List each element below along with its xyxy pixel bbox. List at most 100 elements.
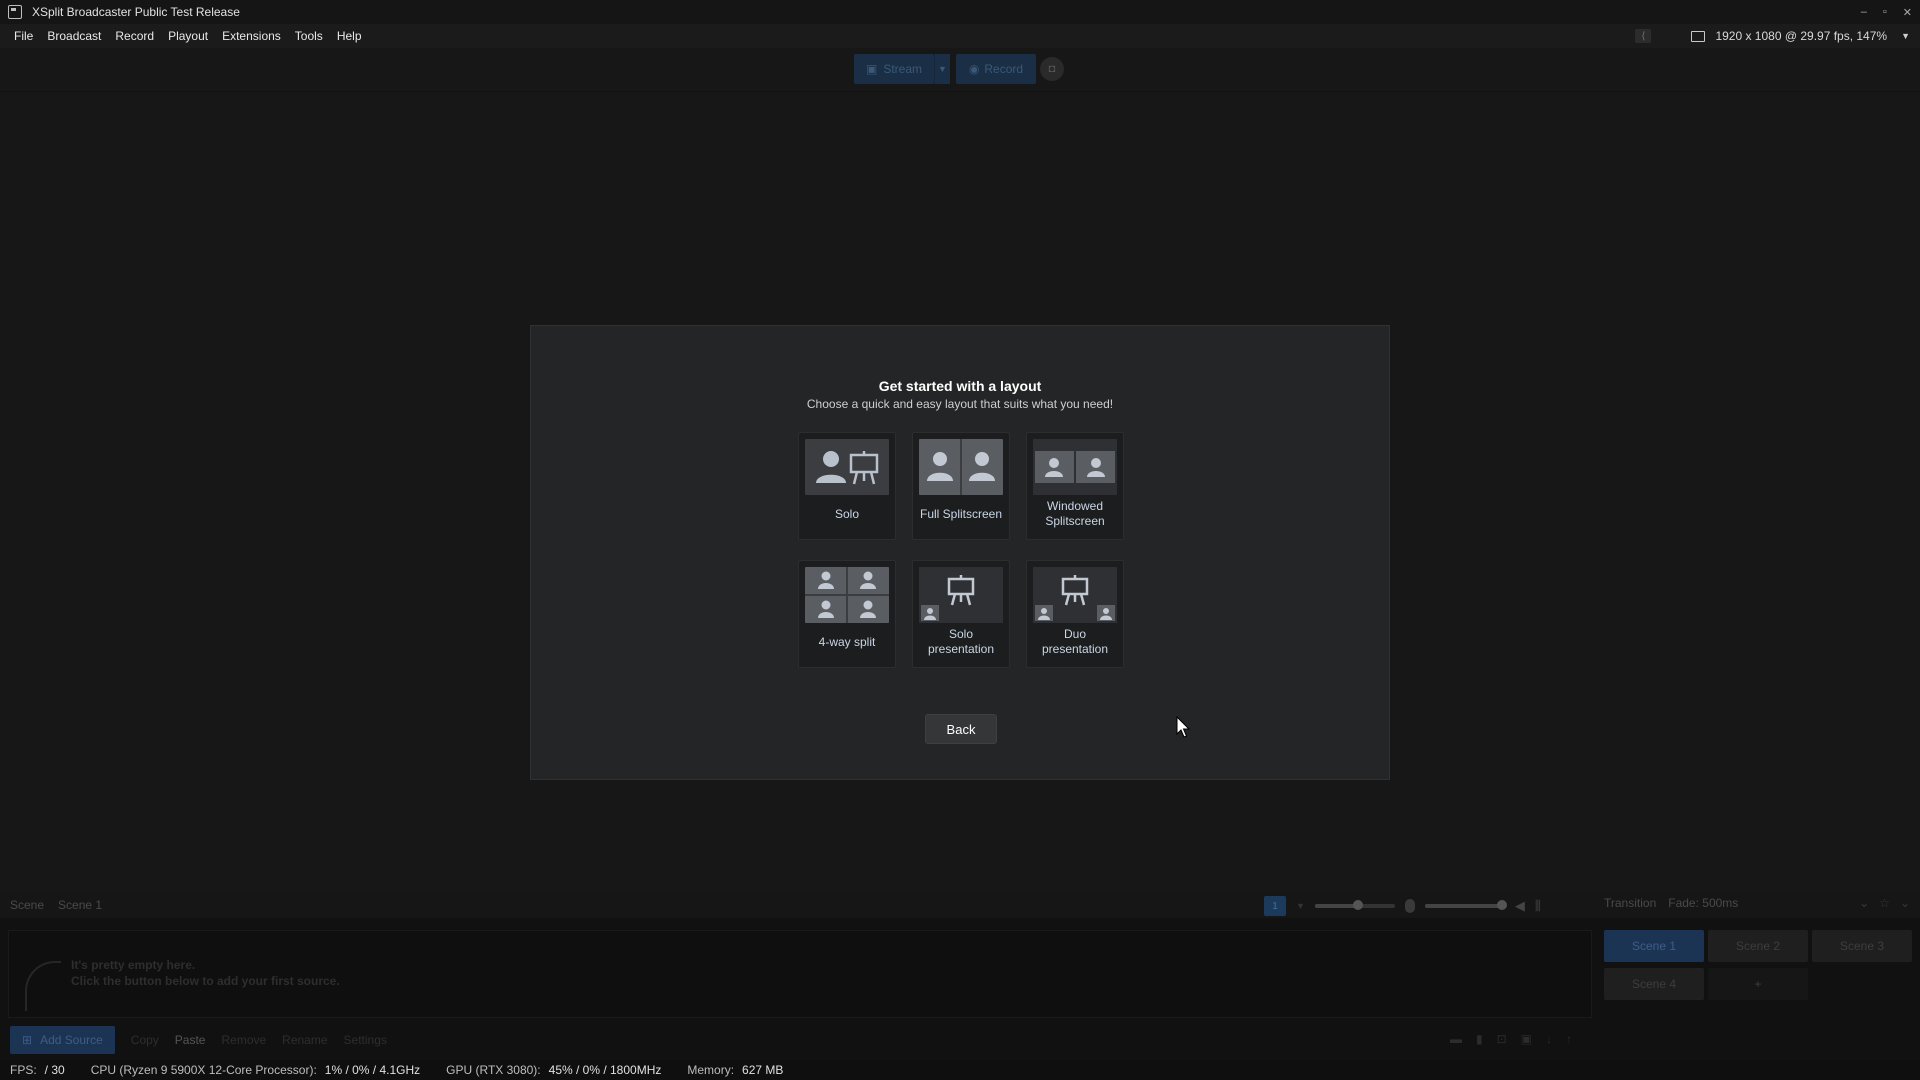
fps-value: / 30 — [44, 1063, 65, 1077]
transition-label: Transition — [1604, 896, 1657, 910]
window-controls: – ▫ ✕ — [1861, 0, 1912, 24]
source-tool-icons: ▬ ▮ ⊡ ▣ ↓ ↑ — [1450, 1032, 1572, 1046]
minimize-button[interactable]: – — [1861, 6, 1867, 18]
move-up-icon[interactable]: ↑ — [1566, 1032, 1572, 1046]
mic-volume-slider[interactable] — [1424, 900, 1507, 910]
layout-tile-4-way-split[interactable]: 4-way split — [798, 560, 896, 668]
cpu-label: CPU (Ryzen 9 5900X 12-Core Processor): — [90, 1063, 317, 1077]
gpu-value: 45% / 0% / 1800MHz — [548, 1063, 662, 1077]
four-way-split-icon — [805, 567, 889, 623]
layout-icon[interactable]: ▣ — [1521, 1032, 1532, 1046]
add-scene-button[interactable]: + — [1708, 968, 1808, 1000]
menu-tools[interactable]: Tools — [288, 29, 330, 43]
transition-icons: ⌄ ☆ ⌄ — [1859, 896, 1910, 910]
gpu-label: GPU (RTX 3080): — [446, 1063, 541, 1077]
scene-tile-1[interactable]: Scene 1 — [1604, 930, 1704, 962]
folder-icon[interactable]: ▬ — [1450, 1032, 1462, 1046]
chevron-down-icon[interactable]: ⌄ — [1900, 896, 1910, 910]
menu-playout[interactable]: Playout — [161, 29, 215, 43]
bottom-panel: Scene Scene 1 1 ▼ ◀ ⫼ Transition Fade: 5… — [0, 892, 1920, 1062]
empty-sources-message: It's pretty empty here. Click the button… — [71, 957, 340, 989]
xsplit-app-icon — [8, 5, 22, 19]
add-source-button[interactable]: ⊞ Add Source — [10, 1026, 115, 1054]
chevron-down-icon[interactable]: ▼ — [1901, 31, 1910, 41]
speaker-icon[interactable]: ◀ — [1515, 898, 1525, 914]
resolution-area: ⟨ 1920 x 1080 @ 29.97 fps, 147% ▼ — [1635, 24, 1910, 48]
layout-tile-full-splitscreen[interactable]: Full Splitscreen — [912, 432, 1010, 540]
audio-mixer-icon[interactable]: ⫼ — [1535, 898, 1541, 914]
fit-icon[interactable]: ⊡ — [1497, 1032, 1507, 1046]
record-icon: ◉ — [968, 62, 980, 76]
copy-button[interactable]: Copy — [131, 1033, 159, 1047]
windowed-splitscreen-icon — [1033, 439, 1117, 495]
status-bar: FPS: / 30 CPU (Ryzen 9 5900X 12-Core Pro… — [0, 1060, 1920, 1080]
layout-tile-duo-presentation[interactable]: Duo presentation — [1026, 560, 1124, 668]
window-title: XSplit Broadcaster Public Test Release — [32, 5, 240, 19]
move-down-icon[interactable]: ↓ — [1546, 1032, 1552, 1046]
duo-presentation-icon — [1033, 567, 1117, 623]
transition-value[interactable]: Fade: 500ms — [1668, 896, 1738, 910]
stream-dropdown-button[interactable]: ▼ — [934, 54, 950, 84]
stream-button[interactable]: ▣ Stream — [854, 54, 934, 84]
chevron-down-icon[interactable]: ⌄ — [1859, 896, 1869, 910]
record-label: Record — [984, 62, 1024, 76]
tile-label-line2: presentation — [1041, 642, 1109, 656]
record-button[interactable]: ◉ Record — [956, 54, 1036, 84]
scene-bar: Scene Scene 1 1 ▼ ◀ ⫼ Transition Fade: 5… — [0, 892, 1920, 918]
memory-label: Memory: — [687, 1063, 735, 1077]
scene-tile-2[interactable]: Scene 2 — [1708, 930, 1808, 962]
scene-label: Scene — [10, 898, 45, 912]
curved-arrow-icon — [25, 961, 61, 1011]
empty-message-line2: Click the button below to add your first… — [71, 974, 340, 988]
layout-tile-windowed-splitscreen[interactable]: Windowed Splitscreen — [1026, 432, 1124, 540]
scene-tile-3[interactable]: Scene 3 — [1812, 930, 1912, 962]
tile-label: Full Splitscreen — [919, 507, 1003, 521]
layout-tile-solo-presentation[interactable]: Solo presentation — [912, 560, 1010, 668]
camera-icon: ◘ — [1048, 63, 1056, 75]
layout-picker-dialog: Get started with a layout Choose a quick… — [530, 325, 1390, 780]
share-icon[interactable]: ⟨ — [1635, 29, 1652, 43]
menu-file[interactable]: File — [0, 29, 40, 43]
remove-button[interactable]: Remove — [221, 1033, 266, 1047]
dialog-title: Get started with a layout — [878, 378, 1042, 394]
transition-area: Transition Fade: 500ms — [1604, 896, 1738, 910]
audio-controls: 1 ▼ ◀ ⫼ — [1264, 896, 1541, 916]
settings-button[interactable]: Settings — [344, 1033, 387, 1047]
lock-icon[interactable]: ▮ — [1476, 1032, 1483, 1046]
tile-label: 4-way split — [818, 635, 876, 649]
cpu-value: 1% / 0% / 4.1GHz — [324, 1063, 421, 1077]
scene-tile-4[interactable]: Scene 4 — [1604, 968, 1704, 1000]
fps-label: FPS: — [10, 1063, 37, 1077]
layout-tile-solo[interactable]: Solo — [798, 432, 896, 540]
system-volume-slider[interactable] — [1314, 900, 1395, 910]
tile-label-line2: Splitscreen — [1045, 514, 1105, 528]
tile-label-line1: Solo — [948, 627, 974, 641]
broadcast-toolbar: ▣ Stream ▼ ◉ Record ◘ — [0, 48, 1920, 92]
scene-number-button[interactable]: 1 — [1264, 896, 1286, 916]
source-actions: ⊞ Add Source Copy Paste Remove Rename Se… — [10, 1026, 387, 1054]
menu-broadcast[interactable]: Broadcast — [40, 29, 108, 43]
stream-icon: ▣ — [865, 62, 878, 76]
menu-record[interactable]: Record — [108, 29, 161, 43]
menu-help[interactable]: Help — [330, 29, 369, 43]
tile-label-line2: presentation — [927, 642, 995, 656]
empty-message-line1: It's pretty empty here. — [71, 958, 196, 972]
full-splitscreen-icon — [919, 439, 1003, 495]
add-source-icon: ⊞ — [22, 1033, 33, 1047]
paste-button[interactable]: Paste — [175, 1033, 206, 1047]
menu-extensions[interactable]: Extensions — [215, 29, 288, 43]
mouse-cursor-icon — [1176, 716, 1191, 738]
dialog-subtitle: Choose a quick and easy layout that suit… — [806, 397, 1114, 411]
close-button[interactable]: ✕ — [1903, 6, 1912, 19]
scene-name[interactable]: Scene 1 — [58, 898, 102, 912]
maximize-button[interactable]: ▫ — [1883, 6, 1887, 18]
chevron-down-icon[interactable]: ▼ — [1296, 901, 1305, 911]
tile-label-line1: Duo — [1063, 627, 1086, 641]
rename-button[interactable]: Rename — [282, 1033, 327, 1047]
star-icon[interactable]: ☆ — [1879, 896, 1890, 910]
back-button[interactable]: Back — [925, 714, 997, 744]
monitor-icon — [1691, 30, 1706, 42]
microphone-icon[interactable] — [1404, 899, 1415, 913]
screenshot-button[interactable]: ◘ — [1040, 57, 1064, 81]
resolution-info[interactable]: 1920 x 1080 @ 29.97 fps, 147% — [1715, 29, 1887, 43]
